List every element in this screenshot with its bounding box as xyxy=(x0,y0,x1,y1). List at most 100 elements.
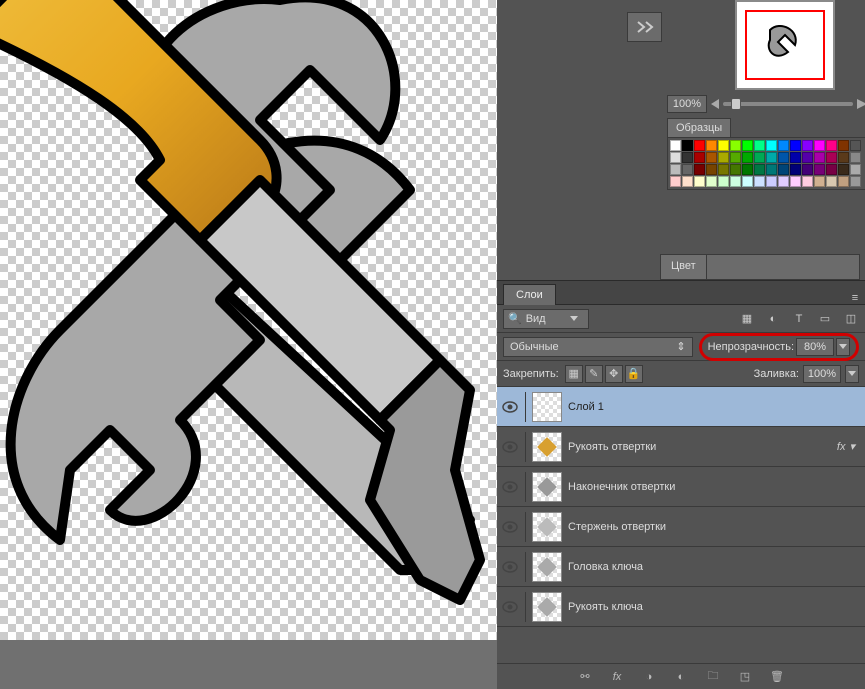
swatch[interactable] xyxy=(682,140,693,151)
layer-name[interactable]: Стержень отвертки xyxy=(568,521,666,533)
swatch[interactable] xyxy=(718,164,729,175)
swatch[interactable] xyxy=(778,152,789,163)
swatch[interactable] xyxy=(814,164,825,175)
layer-row[interactable]: Слой 1 xyxy=(497,387,865,427)
swatch[interactable] xyxy=(778,176,789,187)
swatch[interactable] xyxy=(766,152,777,163)
lock-position-icon[interactable]: ✥ xyxy=(605,365,623,383)
layer-thumbnail[interactable] xyxy=(532,432,562,462)
swatch[interactable] xyxy=(730,152,741,163)
swatch[interactable] xyxy=(694,152,705,163)
filter-adjustment-icon[interactable]: ◐ xyxy=(765,311,781,327)
canvas-artwork[interactable] xyxy=(0,0,497,640)
swatch[interactable] xyxy=(754,164,765,175)
zoom-slider[interactable] xyxy=(723,102,853,106)
panel-menu-icon[interactable]: ≡ xyxy=(845,292,865,304)
swatch[interactable] xyxy=(670,140,681,151)
visibility-toggle[interactable] xyxy=(501,478,519,496)
layer-row[interactable]: Рукоять отверткиfx ▾ xyxy=(497,427,865,467)
swatch[interactable] xyxy=(790,164,801,175)
swatch[interactable] xyxy=(694,176,705,187)
swatch[interactable] xyxy=(766,164,777,175)
fill-input[interactable] xyxy=(803,365,841,383)
swatch[interactable] xyxy=(706,164,717,175)
fill-dropdown[interactable] xyxy=(845,365,859,383)
swatch[interactable] xyxy=(826,176,837,187)
swatch[interactable] xyxy=(790,140,801,151)
visibility-toggle[interactable] xyxy=(501,558,519,576)
layer-row[interactable]: Головка ключа xyxy=(497,547,865,587)
swatch[interactable] xyxy=(826,164,837,175)
swatch[interactable] xyxy=(778,140,789,151)
delete-layer-icon[interactable]: 🗑 xyxy=(768,668,786,686)
swatch[interactable] xyxy=(682,176,693,187)
swatch[interactable] xyxy=(802,176,813,187)
visibility-toggle[interactable] xyxy=(501,438,519,456)
swatch[interactable] xyxy=(718,140,729,151)
swatch[interactable] xyxy=(754,140,765,151)
layers-tab[interactable]: Слои xyxy=(503,284,556,305)
swatch[interactable] xyxy=(838,152,849,163)
swatch[interactable] xyxy=(814,140,825,151)
lock-transparency-icon[interactable]: ▦ xyxy=(565,365,583,383)
swatch[interactable] xyxy=(670,176,681,187)
swatch[interactable] xyxy=(802,152,813,163)
layer-row[interactable]: Стержень отвертки xyxy=(497,507,865,547)
swatch[interactable] xyxy=(838,164,849,175)
layer-fx-icon[interactable]: fx xyxy=(608,668,626,686)
layer-row[interactable]: Наконечник отвертки xyxy=(497,467,865,507)
swatch[interactable] xyxy=(754,152,765,163)
zoom-out-icon[interactable] xyxy=(711,99,719,109)
zoom-in-icon[interactable] xyxy=(857,99,865,109)
swatches-tab[interactable]: Образцы xyxy=(667,118,731,137)
layer-name[interactable]: Рукоять ключа xyxy=(568,601,643,613)
lock-all-icon[interactable]: 🔒 xyxy=(625,365,643,383)
swatch[interactable] xyxy=(742,164,753,175)
swatch[interactable] xyxy=(682,152,693,163)
filter-pixel-icon[interactable]: ▦ xyxy=(739,311,755,327)
swatch[interactable] xyxy=(754,176,765,187)
navigator-viewport-box[interactable] xyxy=(745,10,825,80)
layer-row[interactable]: Рукоять ключа xyxy=(497,587,865,627)
layer-name[interactable]: Наконечник отвертки xyxy=(568,481,675,493)
swatch[interactable] xyxy=(850,140,861,151)
layer-thumbnail[interactable] xyxy=(532,552,562,582)
swatch[interactable] xyxy=(742,140,753,151)
filter-smart-icon[interactable]: ◫ xyxy=(843,311,859,327)
layer-group-icon[interactable]: 🗀 xyxy=(704,668,722,686)
zoom-slider-thumb[interactable] xyxy=(731,98,741,110)
swatch[interactable] xyxy=(766,176,777,187)
swatch[interactable] xyxy=(850,152,861,163)
layer-thumbnail[interactable] xyxy=(532,472,562,502)
swatch[interactable] xyxy=(706,176,717,187)
swatch[interactable] xyxy=(670,152,681,163)
swatch[interactable] xyxy=(706,140,717,151)
swatch[interactable] xyxy=(694,140,705,151)
opacity-dropdown[interactable] xyxy=(836,338,850,356)
swatch[interactable] xyxy=(730,164,741,175)
swatch[interactable] xyxy=(706,152,717,163)
swatch[interactable] xyxy=(670,164,681,175)
swatch[interactable] xyxy=(730,176,741,187)
filter-type-icon[interactable]: T xyxy=(791,311,807,327)
navigator-preview[interactable] xyxy=(735,0,835,90)
swatch[interactable] xyxy=(802,164,813,175)
swatch[interactable] xyxy=(742,176,753,187)
swatch[interactable] xyxy=(718,176,729,187)
swatch[interactable] xyxy=(682,164,693,175)
blend-mode-select[interactable]: Обычные ⇕ xyxy=(503,337,693,357)
layer-fx-indicator[interactable]: fx ▾ xyxy=(837,440,861,453)
swatch[interactable] xyxy=(850,164,861,175)
layer-thumbnail[interactable] xyxy=(532,592,562,622)
new-layer-icon[interactable]: ◳ xyxy=(736,668,754,686)
swatch[interactable] xyxy=(826,140,837,151)
lock-pixels-icon[interactable]: ✎ xyxy=(585,365,603,383)
opacity-input[interactable] xyxy=(796,338,834,356)
layer-name[interactable]: Головка ключа xyxy=(568,561,643,573)
swatch[interactable] xyxy=(850,176,861,187)
swatch[interactable] xyxy=(766,140,777,151)
adjustment-layer-icon[interactable]: ◐ xyxy=(672,668,690,686)
swatch[interactable] xyxy=(802,140,813,151)
swatch[interactable] xyxy=(826,152,837,163)
layer-filter-input[interactable] xyxy=(526,313,566,325)
